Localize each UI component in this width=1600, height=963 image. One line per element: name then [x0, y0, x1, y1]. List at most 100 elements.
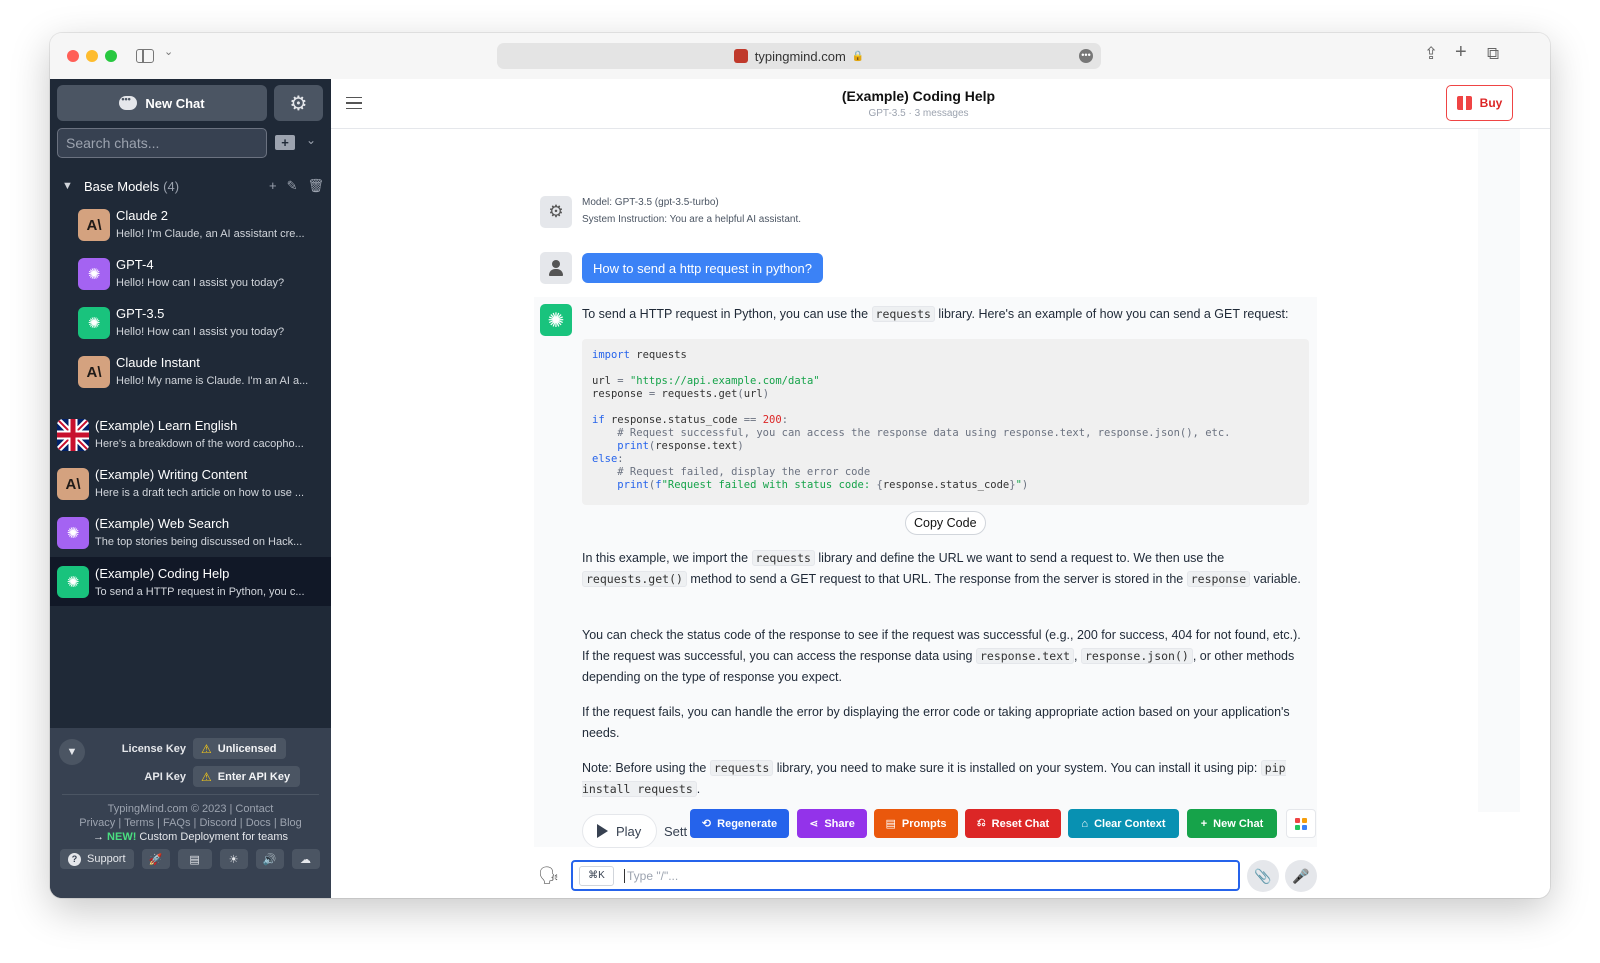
collapse-toggle-icon[interactable]: ▼	[59, 739, 85, 765]
new-tab-icon[interactable]: +	[1455, 41, 1467, 64]
anthropic-logo-icon: A\	[57, 468, 89, 500]
document-icon: ▤	[885, 818, 896, 830]
close-window-button[interactable]	[67, 50, 79, 62]
user-message[interactable]: How to send a http request in python?	[582, 253, 823, 283]
settings-button[interactable]: ⚙	[274, 85, 323, 121]
new-folder-icon[interactable]: +	[275, 135, 295, 150]
command-shortcut-badge[interactable]: ⌘K	[579, 866, 614, 886]
add-icon[interactable]: +	[269, 178, 277, 194]
group-header-base-models[interactable]: ▼ Base Models (4) + ✎ 🗑	[62, 174, 324, 198]
arrow-text: →	[92, 831, 108, 843]
anthropic-logo-icon: A\	[78, 356, 110, 388]
assistant-paragraph-2: In this example, we import the requests …	[582, 550, 1301, 587]
cloud-sync-icon[interactable]: ☁	[291, 849, 320, 869]
openai-logo-icon: ✺	[57, 566, 89, 598]
footer-divider	[62, 794, 319, 795]
chevron-down-icon[interactable]: ⌄	[306, 133, 316, 147]
chat-preview: The top stories being discussed on Hack.…	[95, 536, 303, 548]
more-options-icon[interactable]: •••	[1079, 49, 1093, 63]
sidebar-item-claude-instant[interactable]: A\ Claude Instant Hello! My name is Clau…	[50, 350, 331, 399]
chevron-down-icon[interactable]: ▼	[62, 180, 84, 192]
settings-link[interactable]: Sett	[664, 824, 687, 839]
chat-title: (Example) Web Search	[95, 516, 230, 531]
support-button[interactable]: ? Support	[60, 849, 134, 869]
buy-button[interactable]: Buy	[1446, 85, 1513, 121]
prompts-button[interactable]: ▤ Prompts	[874, 809, 958, 838]
regenerate-button[interactable]: ⟲ Regenerate	[690, 809, 789, 838]
minimize-window-button[interactable]	[86, 50, 98, 62]
clear-context-button[interactable]: ⌂ Clear Context	[1068, 809, 1179, 838]
chat-bubble-icon	[119, 94, 138, 110]
attach-icon[interactable]: 📎	[1247, 860, 1279, 892]
microphone-icon[interactable]: 🎤	[1285, 860, 1317, 892]
buy-label: Buy	[1479, 96, 1503, 110]
warning-icon: ⚠	[201, 741, 212, 756]
footer-copyright[interactable]: TypingMind.com © 2023 | Contact	[50, 803, 331, 815]
new-chat-action-button[interactable]: + New Chat	[1187, 809, 1277, 838]
chat-title: (Example) Writing Content	[95, 467, 248, 482]
sidebar-item-claude-2[interactable]: A\ Claude 2 Hello! I'm Claude, an AI ass…	[50, 203, 331, 252]
us-flag-icon[interactable]: ▤	[177, 849, 212, 869]
warning-icon: ⚠	[201, 769, 212, 784]
user-icon	[548, 260, 564, 276]
chat-preview: Hello! How can I assist you today?	[116, 326, 285, 338]
sidebar-chat-coding-help[interactable]: ✺ (Example) Coding Help To send a HTTP r…	[50, 557, 331, 606]
gear-icon: ⚙	[289, 92, 308, 115]
message-placeholder: Type "/"...	[624, 869, 678, 883]
sidebar-chat-learn-english[interactable]: (Example) Learn English Here's a breakdo…	[50, 413, 331, 462]
site-favicon-icon	[733, 49, 748, 63]
sidebar-chat-web-search[interactable]: ✺ (Example) Web Search The top stories b…	[50, 511, 331, 560]
group-count: (4)	[163, 178, 180, 194]
main-chat-area: (Example) Coding Help GPT-3.5 · 3 messag…	[331, 79, 1550, 898]
reset-chat-button[interactable]: ⎌ Reset Chat	[965, 809, 1061, 838]
license-key-label: License Key	[121, 743, 186, 755]
chat-title: (Example) Learn English	[95, 418, 238, 433]
speaker-icon[interactable]: 🔊	[255, 849, 284, 869]
address-bar[interactable]: typingmind.com 🔒 •••	[497, 43, 1101, 69]
refresh-icon: ⟲	[701, 818, 712, 830]
uk-flag-icon	[57, 419, 89, 451]
copy-code-button[interactable]: Copy Code	[905, 511, 986, 535]
chat-preview: Hello! How can I assist you today?	[116, 277, 285, 289]
tab-overview-icon[interactable]: ⧉	[1487, 44, 1499, 64]
new-chat-label: New Chat	[145, 95, 205, 111]
assistant-paragraph-3: You can check the status code of the res…	[582, 628, 1301, 684]
message-input[interactable]: ⌘K Type "/"...	[571, 860, 1240, 891]
sidebar-item-gpt-3-5[interactable]: ✺ GPT-3.5 Hello! How can I assist you to…	[50, 301, 331, 350]
chat-title: Claude 2	[116, 208, 169, 223]
chat-preview: Hello! My name is Claude. I'm an AI a...	[116, 375, 309, 387]
rocket-icon[interactable]: 🚀	[141, 849, 170, 869]
sun-icon[interactable]: ☀	[219, 849, 248, 869]
api-key-button[interactable]: ⚠ Enter API Key	[193, 766, 301, 787]
share-icon[interactable]: ⇪	[1424, 44, 1438, 64]
footer-deployment-link[interactable]: → NEW! Custom Deployment for teams	[50, 831, 331, 843]
browser-window: ⌄ typingmind.com 🔒 ••• ⇪ + ⧉ New Chat ⚙ …	[50, 33, 1550, 898]
deployment-text: Custom Deployment for teams	[136, 831, 288, 843]
trash-icon[interactable]: 🗑	[307, 178, 324, 194]
plus-icon: +	[1200, 817, 1208, 830]
plugins-grid-icon[interactable]	[1286, 809, 1316, 838]
footer-links[interactable]: Privacy | Terms | FAQs | Discord | Docs …	[50, 817, 331, 829]
chat-title: Claude Instant	[116, 355, 200, 370]
conversation-subtitle: GPT-3.5 · 3 messages	[868, 108, 969, 119]
code-block: import requests url = "https://api.examp…	[582, 339, 1309, 505]
edit-icon[interactable]: ✎	[287, 178, 298, 194]
new-chat-button[interactable]: New Chat	[57, 85, 267, 121]
share-button[interactable]: ⋖ Share	[797, 809, 867, 838]
system-instruction-text: System Instruction: You are a helpful AI…	[582, 214, 802, 225]
broom-icon: ⌂	[1081, 817, 1089, 830]
support-label: Support	[87, 853, 126, 865]
share-icon: ⋖	[809, 818, 819, 830]
user-avatar	[540, 252, 572, 284]
search-chats-input[interactable]: Search chats...	[57, 128, 267, 158]
voice-mode-icon[interactable]: 🗣	[538, 866, 560, 886]
api-key-label: API Key	[144, 771, 186, 783]
chevron-down-icon[interactable]: ⌄	[164, 45, 173, 58]
zoom-window-button[interactable]	[105, 50, 117, 62]
play-label: Play	[616, 823, 642, 839]
sidebar-toggle-icon[interactable]	[136, 49, 154, 63]
license-key-button[interactable]: ⚠ Unlicensed	[193, 738, 287, 759]
sidebar-chat-writing-content[interactable]: A\ (Example) Writing Content Here is a d…	[50, 462, 331, 511]
play-button[interactable]: Play	[582, 814, 657, 848]
sidebar-item-gpt-4[interactable]: ✺ GPT-4 Hello! How can I assist you toda…	[50, 252, 331, 301]
